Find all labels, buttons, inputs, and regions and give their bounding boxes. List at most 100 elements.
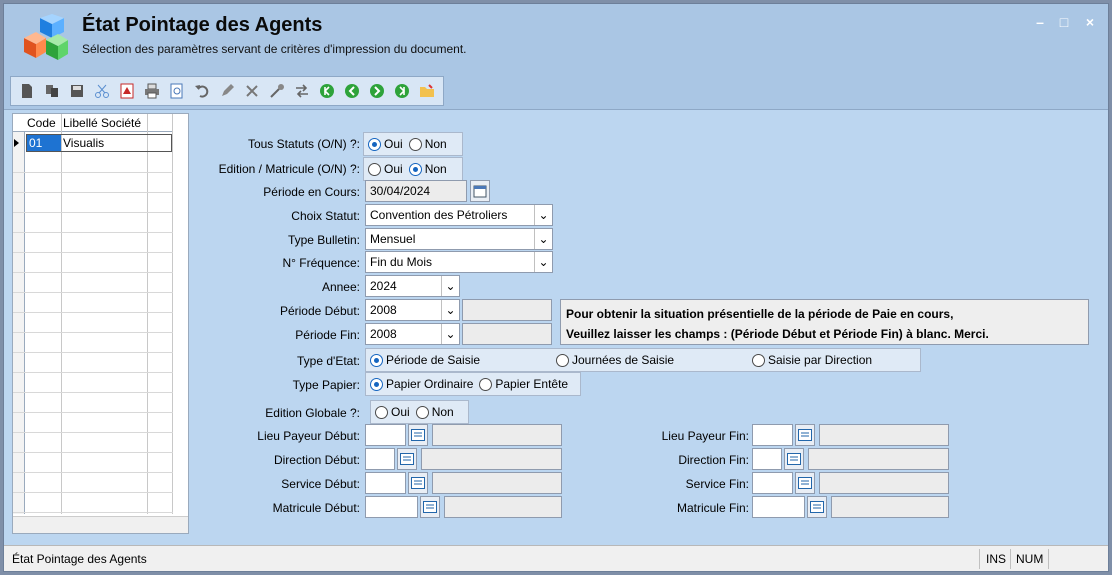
maximize-button[interactable]: □ xyxy=(1056,14,1072,30)
radio-unchecked-icon xyxy=(408,137,422,151)
grid-row-line xyxy=(13,252,173,253)
frequence-value: Fin du Mois xyxy=(370,255,433,269)
minimize-button[interactable]: – xyxy=(1032,14,1048,30)
matricule-fin-field[interactable] xyxy=(752,496,805,518)
edition-globale-non-radio[interactable]: Non xyxy=(415,405,454,419)
main-window: État Pointage des Agents Sélection des p… xyxy=(3,3,1109,572)
first-icon[interactable] xyxy=(317,82,336,101)
lookup-list-icon[interactable] xyxy=(807,496,827,518)
type-bulletin-label: Type Bulletin: xyxy=(287,233,360,247)
type-etat-direction-radio[interactable]: Saisie par Direction xyxy=(752,353,872,367)
edition-matricule-label: Edition / Matricule (O/N) ?: xyxy=(218,162,360,176)
next-icon[interactable] xyxy=(367,82,386,101)
radio-unchecked-icon xyxy=(556,353,569,367)
preview-icon[interactable] xyxy=(167,82,186,101)
save-icon[interactable] xyxy=(67,82,86,101)
radio-unchecked-icon xyxy=(479,377,493,391)
chevron-down-icon[interactable]: ⌄ xyxy=(441,324,459,344)
edition-globale-oui-radio[interactable]: Oui xyxy=(375,405,410,419)
lookup-list-icon[interactable] xyxy=(408,424,428,446)
periode-en-cours-label: Période en Cours: xyxy=(263,185,360,199)
chevron-down-icon[interactable]: ⌄ xyxy=(441,300,459,320)
periode-fin-select[interactable]: 2008 ⌄ xyxy=(365,323,460,345)
lookup-list-icon[interactable] xyxy=(397,448,417,470)
row-selector-column xyxy=(13,114,25,514)
periode-en-cours-field[interactable]: 30/04/2024 xyxy=(365,180,467,202)
matricule-debut-label: Matricule Début: xyxy=(272,501,360,515)
edition-globale-group: Oui Non xyxy=(370,400,469,424)
close-button[interactable]: × xyxy=(1082,14,1098,30)
service-debut-field[interactable] xyxy=(365,472,406,494)
grid-cell-code[interactable]: 01 xyxy=(27,135,61,151)
status-ins: INS xyxy=(986,552,1007,566)
table-row[interactable]: 01 Visualis xyxy=(14,134,172,152)
grid-header-code[interactable]: Code xyxy=(27,116,56,130)
papier-ordinaire-radio[interactable]: Papier Ordinaire xyxy=(370,377,473,391)
periode-debut-libelle xyxy=(462,299,552,321)
choix-statut-select[interactable]: Convention des Pétroliers ⌄ xyxy=(365,204,553,226)
service-fin-field[interactable] xyxy=(752,472,793,494)
tous-statuts-non-radio[interactable]: Non xyxy=(408,137,447,151)
swap-icon[interactable] xyxy=(292,82,311,101)
lieu-payeur-debut-libelle xyxy=(432,424,562,446)
grid-row-line xyxy=(13,472,173,473)
prev-icon[interactable] xyxy=(342,82,361,101)
delete-icon[interactable] xyxy=(242,82,261,101)
radio-label: Papier Ordinaire xyxy=(386,377,474,391)
type-etat-periode-radio[interactable]: Période de Saisie xyxy=(370,353,556,367)
radio-unchecked-icon xyxy=(415,405,429,419)
grid-col-divider xyxy=(61,114,62,514)
lieu-payeur-fin-field[interactable] xyxy=(752,424,793,446)
window-title: État Pointage des Agents xyxy=(82,14,323,36)
lookup-list-icon[interactable] xyxy=(408,472,428,494)
edit-icon[interactable] xyxy=(217,82,236,101)
new-icon[interactable] xyxy=(17,82,36,101)
print-icon[interactable] xyxy=(142,82,161,101)
grid-header-libelle[interactable]: Libellé Société xyxy=(63,116,141,130)
last-icon[interactable] xyxy=(392,82,411,101)
calendar-icon[interactable] xyxy=(470,180,490,202)
grid-cell-libelle[interactable]: Visualis xyxy=(63,136,104,150)
frequence-select[interactable]: Fin du Mois ⌄ xyxy=(365,251,553,273)
radio-checked-icon xyxy=(368,137,381,151)
type-etat-journees-radio[interactable]: Journées de Saisie xyxy=(556,353,752,367)
scissors-icon[interactable] xyxy=(92,82,111,101)
type-bulletin-select[interactable]: Mensuel ⌄ xyxy=(365,228,553,250)
undo-icon[interactable] xyxy=(192,82,211,101)
periode-debut-select[interactable]: 2008 ⌄ xyxy=(365,299,460,321)
folder-icon[interactable] xyxy=(417,82,436,101)
chevron-down-icon[interactable]: ⌄ xyxy=(441,276,459,296)
grid-row-line xyxy=(13,272,173,273)
lookup-list-icon[interactable] xyxy=(784,448,804,470)
edition-matricule-oui-radio[interactable]: Oui xyxy=(368,162,403,176)
copy-icon[interactable] xyxy=(42,82,61,101)
chevron-down-icon[interactable]: ⌄ xyxy=(534,252,552,272)
chevron-down-icon[interactable]: ⌄ xyxy=(534,229,552,249)
papier-entete-radio[interactable]: Papier Entête xyxy=(479,377,568,391)
societe-grid[interactable]: Code Libellé Société 01 Visualis xyxy=(12,113,189,534)
direction-debut-field[interactable] xyxy=(365,448,395,470)
direction-fin-field[interactable] xyxy=(752,448,782,470)
periode-debut-value: 2008 xyxy=(370,303,397,317)
lookup-list-icon[interactable] xyxy=(420,496,440,518)
lookup-list-icon[interactable] xyxy=(795,472,815,494)
chevron-down-icon[interactable]: ⌄ xyxy=(534,205,552,225)
pdf-icon[interactable] xyxy=(117,82,136,101)
lieu-payeur-fin-label: Lieu Payeur Fin: xyxy=(661,429,749,443)
annee-select[interactable]: 2024 ⌄ xyxy=(365,275,460,297)
edition-matricule-non-radio[interactable]: Non xyxy=(408,162,447,176)
lookup-list-icon[interactable] xyxy=(795,424,815,446)
frequence-label: N° Fréquence: xyxy=(282,256,360,270)
edition-globale-label: Edition Globale ?: xyxy=(265,406,360,420)
grid-horizontal-scrollbar[interactable] xyxy=(13,516,188,533)
lieu-payeur-debut-field[interactable] xyxy=(365,424,406,446)
tools-icon[interactable] xyxy=(267,82,286,101)
service-debut-label: Service Début: xyxy=(281,477,360,491)
radio-label: Oui xyxy=(384,137,403,151)
edition-matricule-group: Oui Non xyxy=(363,157,463,181)
matricule-debut-field[interactable] xyxy=(365,496,418,518)
tous-statuts-oui-radio[interactable]: Oui xyxy=(368,137,403,151)
current-row-indicator xyxy=(14,139,19,147)
type-bulletin-value: Mensuel xyxy=(370,232,416,246)
grid-row-line xyxy=(13,432,173,433)
